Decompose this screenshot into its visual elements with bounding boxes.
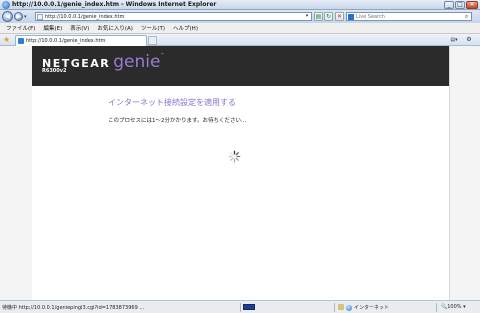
menu-tools[interactable]: ツール(T): [137, 24, 169, 32]
favorites-star-icon[interactable]: ★: [3, 36, 10, 44]
menu-view[interactable]: 表示(V): [66, 24, 93, 32]
genie-wordmark: genie: [113, 52, 161, 72]
search-icon[interactable]: ⌕: [463, 13, 470, 20]
tools-menu-icon[interactable]: ⚙: [463, 36, 475, 44]
address-dropdown-icon[interactable]: ▾: [304, 13, 310, 20]
address-bar[interactable]: ▾: [35, 12, 312, 21]
protected-mode-icon[interactable]: [338, 304, 344, 310]
status-separator: [240, 303, 241, 312]
status-separator: [436, 303, 437, 312]
page-icon: [37, 14, 43, 20]
history-dropdown-icon[interactable]: ▾: [24, 14, 27, 20]
trademark-symbol: ™: [160, 52, 165, 57]
netgear-header: NETGEAR genie™ R6300v2: [32, 46, 449, 86]
refresh-icon[interactable]: ↻: [324, 12, 333, 21]
forward-button[interactable]: ▶: [14, 12, 23, 21]
tab-label: http://10.0.0.1/genie_index.htm: [26, 38, 106, 44]
maximize-button[interactable]: □: [455, 1, 465, 9]
menu-bar: ファイル(F) 編集(E) 表示(V) お気に入り(A) ツール(T) ヘルプ(…: [0, 23, 480, 34]
close-button[interactable]: ✕: [466, 1, 478, 9]
security-zone[interactable]: インターネット: [346, 304, 389, 311]
menu-help[interactable]: ヘルプ(H): [169, 24, 202, 32]
live-search-icon: [348, 14, 354, 20]
menu-favorites[interactable]: お気に入り(A): [93, 24, 137, 32]
new-tab-button[interactable]: [148, 36, 157, 45]
tab-bar: ★ http://10.0.0.1/genie_index.htm ▤▾ ⚙: [0, 34, 480, 46]
right-margin: [449, 46, 480, 300]
tab-genie-index[interactable]: http://10.0.0.1/genie_index.htm: [15, 35, 147, 46]
zone-label: インターネット: [354, 305, 390, 311]
window-title: http://10.0.0.1/genie_index.htm - Window…: [12, 1, 217, 8]
title-bar: http://10.0.0.1/genie_index.htm - Window…: [0, 0, 480, 10]
zoom-value: 100%: [447, 304, 462, 310]
page-content: NETGEAR genie™ R6300v2 インターネット接続設定を適用する こ…: [32, 46, 449, 300]
address-input[interactable]: [45, 13, 305, 20]
wait-message: このプロセスには1～2分かかります。お待ちください...: [108, 118, 247, 124]
left-margin: [0, 46, 32, 300]
stop-icon[interactable]: ✕: [335, 12, 344, 21]
page-title: インターネット接続設定を適用する: [108, 98, 236, 107]
page-menu-icon[interactable]: ▤▾: [448, 36, 460, 44]
zoom-level[interactable]: 🔍100% ▾: [441, 304, 466, 310]
router-model: R6300v2: [42, 68, 67, 74]
window-controls: _ □ ✕: [444, 1, 478, 9]
minimize-button[interactable]: _: [444, 1, 454, 9]
menu-edit[interactable]: 編集(E): [39, 24, 66, 32]
menu-file[interactable]: ファイル(F): [2, 24, 39, 32]
loading-spinner-icon: [228, 150, 241, 163]
navigation-bar: ◀ ▶ ▾ ▾ ▤ ↻ ✕ ⌕: [0, 10, 480, 23]
search-input[interactable]: [356, 13, 456, 20]
progress-indicator: [243, 304, 255, 310]
search-box[interactable]: ⌕: [346, 12, 472, 21]
globe-icon: [346, 304, 352, 311]
ie-logo-icon: [2, 1, 10, 9]
compatibility-view-icon[interactable]: ▤: [314, 12, 323, 21]
status-bar: 待機中 http://10.0.0.1/geniepingl3.cgi?id=1…: [0, 300, 480, 313]
tab-page-icon: [18, 38, 24, 44]
status-separator: [334, 303, 335, 312]
status-text: 待機中 http://10.0.0.1/geniepingl3.cgi?id=1…: [2, 305, 145, 311]
back-button[interactable]: ◀: [2, 11, 13, 22]
